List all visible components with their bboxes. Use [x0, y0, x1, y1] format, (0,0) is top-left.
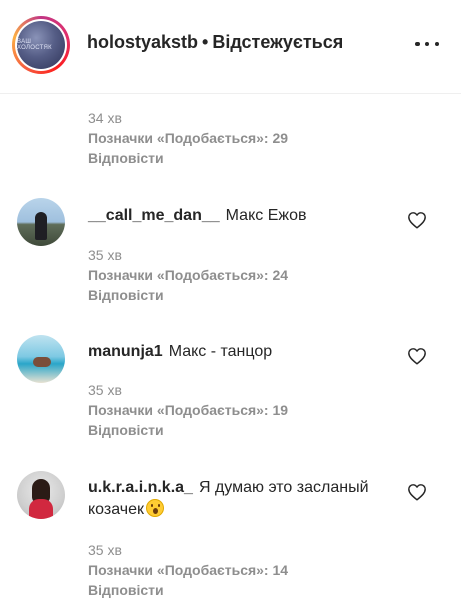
avatar[interactable]: [17, 198, 65, 246]
comment-text: u.k.r.a.i.n.k.a_ Я думаю это засланый коз…: [88, 477, 378, 521]
header-separator: •: [202, 32, 209, 52]
header-info: holostyakstb • Відстежується: [87, 32, 343, 53]
comment-username[interactable]: manunja1: [88, 343, 163, 360]
comment-time[interactable]: 35 хв: [88, 380, 288, 400]
more-options-icon[interactable]: [415, 36, 439, 52]
comment-body: Макс Ежов: [225, 207, 307, 224]
comment-meta: 35 хв Позначки «Подобається»: 19 Відпові…: [88, 380, 288, 440]
reply-button[interactable]: Відповісти: [88, 285, 288, 305]
post-header: ВАШ ХОЛОСТЯК holostyakstb • Відстежується: [0, 0, 461, 94]
reply-button[interactable]: Відповісти: [88, 420, 288, 440]
comment-likes[interactable]: Позначки «Подобається»: 19: [88, 400, 288, 420]
profile-avatar[interactable]: ВАШ ХОЛОСТЯК: [12, 16, 70, 74]
comment-time[interactable]: 34 хв: [88, 108, 288, 128]
comment-text: __call_me_dan__ Макс Ежов: [88, 205, 388, 227]
comment-text: manunja1 Макс - танцор: [88, 341, 388, 363]
comment-likes[interactable]: Позначки «Подобається»: 24: [88, 265, 288, 285]
avatar-logo-text: ВАШ ХОЛОСТЯК: [17, 39, 52, 51]
reply-button[interactable]: Відповісти: [88, 580, 288, 600]
avatar[interactable]: [17, 471, 65, 519]
surprised-face-emoji: [146, 499, 165, 517]
comment-time[interactable]: 35 хв: [88, 245, 288, 265]
reply-button[interactable]: Відповісти: [88, 148, 288, 168]
comment-likes[interactable]: Позначки «Подобається»: 14: [88, 560, 288, 580]
comment-meta: 34 хв Позначки «Подобається»: 29 Відпові…: [88, 108, 288, 168]
avatar[interactable]: [17, 335, 65, 383]
follow-status-button[interactable]: Відстежується: [212, 32, 343, 52]
comment-meta: 35 хв Позначки «Подобається»: 14 Відпові…: [88, 540, 288, 600]
comment-body: Макс - танцор: [168, 343, 273, 360]
comment-username[interactable]: __call_me_dan__: [88, 207, 220, 224]
heart-icon[interactable]: [407, 211, 427, 229]
comment-likes[interactable]: Позначки «Подобається»: 29: [88, 128, 288, 148]
heart-icon[interactable]: [407, 483, 427, 501]
heart-icon[interactable]: [407, 347, 427, 365]
comment-username[interactable]: u.k.r.a.i.n.k.a_: [88, 479, 193, 496]
comment-time[interactable]: 35 хв: [88, 540, 288, 560]
comment-meta: 35 хв Позначки «Подобається»: 24 Відпові…: [88, 245, 288, 305]
avatar-image: ВАШ ХОЛОСТЯК: [17, 21, 65, 69]
header-username[interactable]: holostyakstb: [87, 32, 198, 52]
